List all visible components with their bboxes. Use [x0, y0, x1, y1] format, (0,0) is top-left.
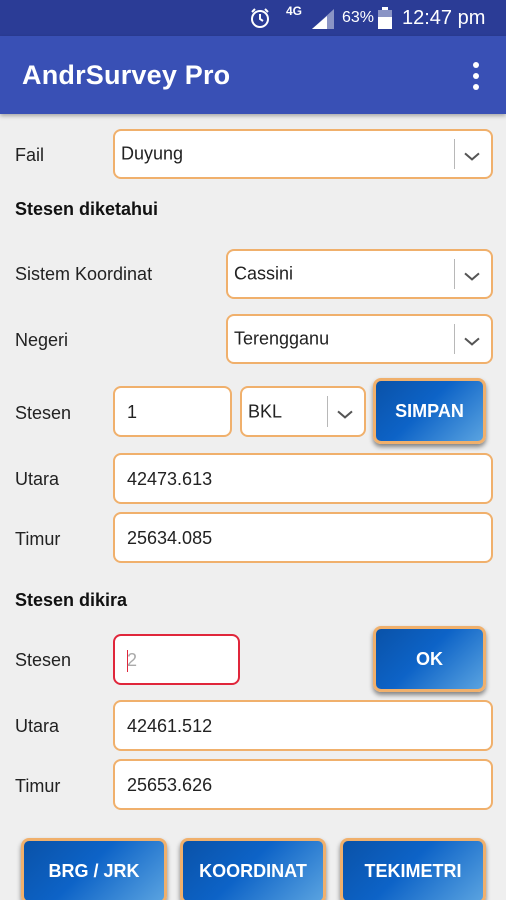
ok-button[interactable]: OK — [373, 626, 486, 692]
tekimetri-button[interactable]: TEKIMETRI — [340, 838, 486, 900]
state-select[interactable]: Terengganu — [226, 314, 493, 364]
brg-jrk-button[interactable]: BRG / JRK — [21, 838, 167, 900]
known-north-input[interactable]: 42473.613 — [113, 453, 493, 504]
clock: 12:47 pm — [402, 7, 486, 29]
known-north-value: 42473.613 — [127, 468, 213, 489]
battery-percent: 63% — [342, 9, 375, 26]
computed-east-input[interactable]: 25653.626 — [113, 759, 493, 810]
computed-east-label: Timur — [15, 776, 61, 796]
signal-icon — [312, 9, 334, 29]
fail-label: Fail — [15, 145, 45, 165]
computed-station-input[interactable]: 2 — [113, 634, 240, 685]
overflow-menu-icon[interactable] — [464, 60, 488, 92]
computed-east-value: 25653.626 — [127, 774, 213, 795]
fail-select[interactable]: Duyung — [113, 129, 493, 179]
station-type-select[interactable]: BKL — [240, 386, 366, 437]
known-station-input[interactable]: 1 — [113, 386, 232, 437]
computed-station-heading: Stesen dikira — [15, 590, 128, 610]
state-value: Terengganu — [234, 328, 330, 349]
koordinat-button[interactable]: KOORDINAT — [180, 838, 326, 900]
known-station-value: 1 — [127, 401, 138, 422]
system-select[interactable]: Cassini — [226, 249, 493, 299]
known-station-label: Stesen — [15, 403, 72, 423]
station-type-value: BKL — [248, 401, 283, 421]
network-type: 4G — [286, 4, 303, 18]
chevron-down-icon — [464, 337, 480, 346]
known-north-label: Utara — [15, 469, 60, 489]
chevron-down-icon — [464, 152, 480, 161]
alarm-icon — [251, 8, 269, 28]
known-east-label: Timur — [15, 529, 61, 549]
system-label: Sistem Koordinat — [15, 264, 153, 284]
computed-station-placeholder: 2 — [127, 649, 138, 670]
fail-value: Duyung — [121, 143, 184, 164]
known-east-value: 25634.085 — [127, 527, 213, 548]
known-station-heading: Stesen diketahui — [15, 199, 159, 219]
computed-north-value: 42461.512 — [127, 715, 213, 736]
known-east-input[interactable]: 25634.085 — [113, 512, 493, 563]
computed-station-label: Stesen — [15, 650, 72, 670]
save-button[interactable]: SIMPAN — [373, 378, 486, 444]
chevron-down-icon — [337, 410, 353, 419]
app-title: AndrSurvey Pro — [22, 60, 231, 90]
app-bar: AndrSurvey Pro — [0, 36, 506, 114]
state-label: Negeri — [15, 330, 69, 350]
computed-north-label: Utara — [15, 716, 60, 736]
computed-north-input[interactable]: 42461.512 — [113, 700, 493, 751]
chevron-down-icon — [464, 272, 480, 281]
system-value: Cassini — [234, 263, 294, 284]
battery-icon — [378, 7, 392, 29]
status-bar: 4G 63% 12:47 pm — [0, 0, 506, 36]
